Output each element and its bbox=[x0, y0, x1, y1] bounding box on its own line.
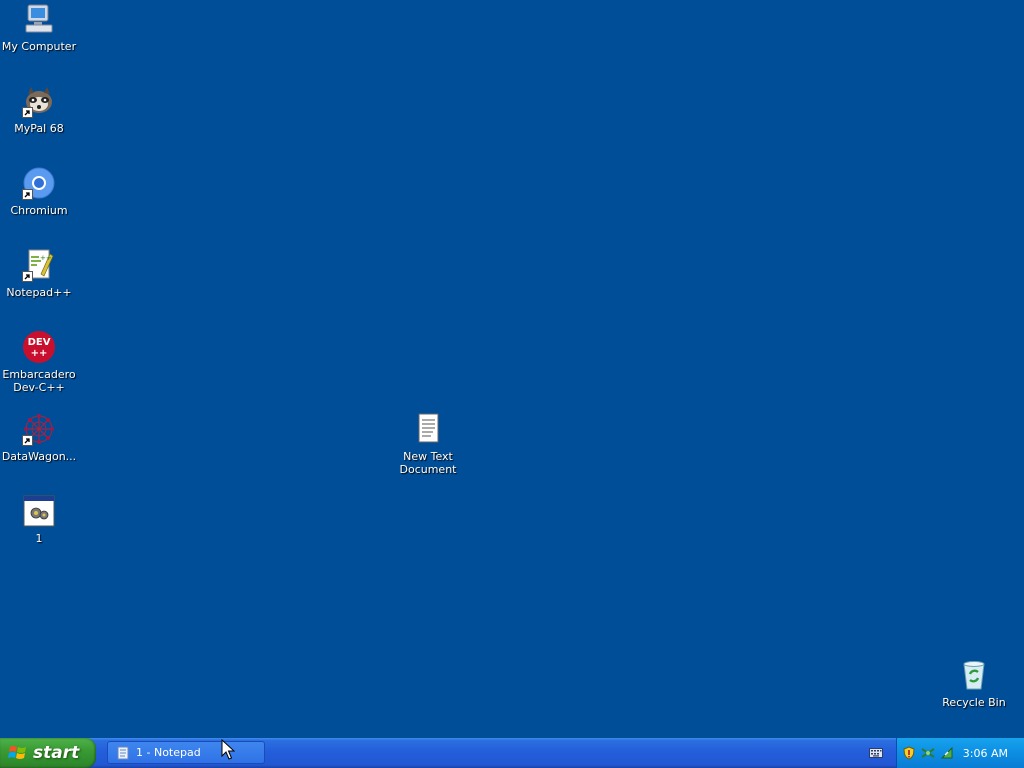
taskbar-button-label: 1 - Notepad bbox=[136, 746, 201, 759]
desktop-icon-recycle-bin[interactable]: Recycle Bin bbox=[934, 658, 1014, 709]
keyboard-icon[interactable] bbox=[869, 747, 883, 759]
application-window-icon bbox=[22, 494, 56, 528]
dev-cpp-icon: DEV ++ bbox=[22, 330, 56, 364]
system-tray: 3:06 AM bbox=[896, 738, 1024, 768]
start-label: start bbox=[33, 743, 80, 763]
shortcut-arrow-icon bbox=[22, 435, 33, 446]
security-shield-icon[interactable] bbox=[902, 746, 916, 760]
desktop-icon-mypal[interactable]: MyPal 68 bbox=[0, 84, 79, 135]
text-document-icon bbox=[411, 412, 445, 446]
svg-text:++: ++ bbox=[40, 254, 52, 262]
raccoon-browser-icon bbox=[22, 84, 56, 118]
start-button[interactable]: start bbox=[0, 738, 96, 768]
desktop-icon-new-text-document[interactable]: New Text Document bbox=[388, 412, 468, 476]
desktop-icon-notepad-plus-plus[interactable]: ++ Notepad++ bbox=[0, 248, 79, 299]
shortcut-arrow-icon bbox=[22, 189, 33, 200]
mouse-pointer-icon bbox=[221, 739, 235, 760]
desktop-icon-chromium[interactable]: Chromium bbox=[0, 166, 79, 217]
my-computer-icon bbox=[22, 2, 56, 36]
taskbar-clock[interactable]: 3:06 AM bbox=[963, 747, 1008, 760]
notepad-plus-plus-icon: ++ bbox=[22, 248, 56, 282]
desktop-icon-datawagon[interactable]: DataWagon... bbox=[0, 412, 79, 463]
desktop[interactable]: My Computer MyPal 68 Chromium ++ Notepad… bbox=[0, 0, 1024, 738]
chromium-icon bbox=[22, 166, 56, 200]
network-connections-icon[interactable] bbox=[921, 746, 935, 760]
desktop-icon-my-computer[interactable]: My Computer bbox=[0, 2, 79, 53]
molecule-network-icon bbox=[22, 412, 56, 446]
svg-text:DEV: DEV bbox=[28, 337, 51, 348]
taskbar: start 1 - Notepad 3:06 AM bbox=[0, 738, 1024, 768]
shortcut-arrow-icon bbox=[22, 271, 33, 282]
recycle-bin-icon bbox=[957, 658, 991, 692]
svg-text:++: ++ bbox=[31, 348, 48, 359]
desktop-icon-dev-cpp[interactable]: DEV ++ Embarcadero Dev-C++ bbox=[0, 330, 79, 394]
update-status-icon[interactable] bbox=[940, 746, 954, 760]
taskbar-button-notepad[interactable]: 1 - Notepad bbox=[107, 741, 265, 764]
desktop-icon-1[interactable]: 1 bbox=[0, 494, 79, 545]
shortcut-arrow-icon bbox=[22, 107, 33, 118]
notepad-icon bbox=[117, 746, 129, 759]
windows-logo-icon bbox=[8, 746, 26, 759]
